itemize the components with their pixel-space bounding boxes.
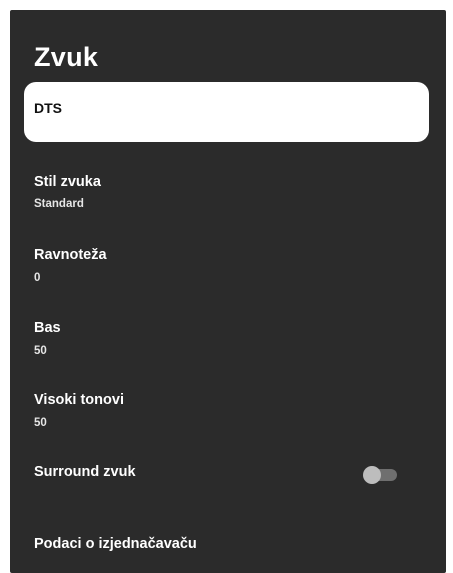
toggle-thumb: [363, 466, 381, 484]
page-title: Zvuk: [34, 42, 99, 72]
menu-item-balance[interactable]: Ravnoteža 0: [24, 241, 429, 293]
menu-item-equalizer-info[interactable]: Podaci o izjednačavaču: [24, 532, 429, 564]
menu-item-dts[interactable]: DTS: [24, 82, 429, 142]
menu-item-label: Stil zvuka: [34, 174, 101, 190]
menu-item-value: 50: [34, 417, 47, 429]
menu-item-label: Visoki tonovi: [34, 392, 124, 408]
menu-item-value: Standard: [34, 198, 84, 210]
surround-toggle[interactable]: [363, 466, 397, 484]
menu-item-sound-style[interactable]: Stil zvuka Standard: [24, 168, 429, 220]
menu-item-surround[interactable]: Surround zvuk: [24, 458, 429, 490]
menu-item-value: 50: [34, 345, 47, 357]
menu-item-label: Bas: [34, 320, 61, 336]
menu-item-label: DTS: [34, 100, 62, 116]
menu-item-treble[interactable]: Visoki tonovi 50: [24, 386, 429, 438]
menu-item-label: Podaci o izjednačavaču: [34, 536, 197, 552]
menu-item-bass[interactable]: Bas 50: [24, 314, 429, 366]
sound-settings-panel: Zvuk DTS Stil zvuka Standard Ravnoteža 0…: [10, 10, 446, 573]
menu-item-label: Ravnoteža: [34, 247, 107, 263]
menu-item-value: 0: [34, 272, 41, 284]
menu-item-label: Surround zvuk: [34, 464, 136, 480]
